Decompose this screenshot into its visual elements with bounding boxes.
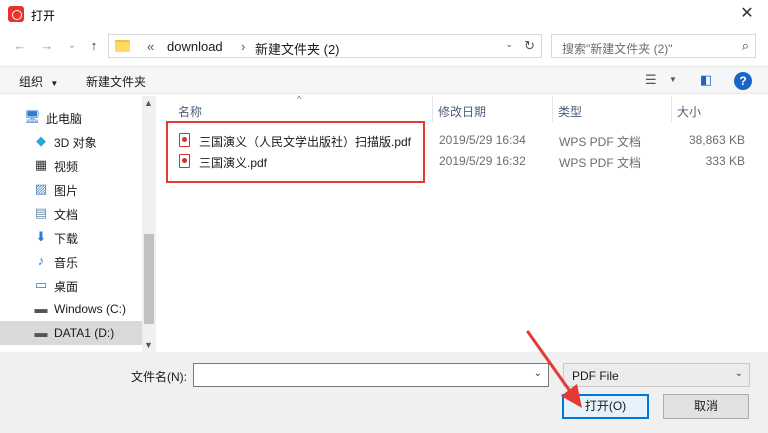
sidebar-item-videos[interactable]: ▦ 视频	[0, 153, 142, 177]
drive-d-icon: ▬	[34, 325, 48, 340]
preview-pane-icon[interactable]: ◧	[700, 72, 712, 88]
sidebar-item-label: DATA1 (D:)	[54, 326, 115, 340]
sidebar-item-label: 音乐	[54, 256, 79, 270]
sidebar-item-3d-objects[interactable]: ◆ 3D 对象	[0, 129, 142, 153]
breadcrumb-download[interactable]: download	[167, 39, 223, 54]
filetype-dropdown-icon[interactable]: ⌄	[735, 368, 743, 379]
cancel-button[interactable]: 取消	[663, 394, 749, 419]
open-button[interactable]: 打开(O)	[562, 394, 649, 419]
sidebar-item-label: 文档	[54, 208, 79, 222]
navigation-bar: ← → ⌄ ↑ « download › 新建文件夹 (2) ⌄ ↻ 搜索"新建…	[0, 33, 768, 59]
file-date: 2019/5/29 16:34	[439, 133, 526, 147]
title-bar: 打开 ✕	[0, 0, 768, 30]
up-button[interactable]: ↑	[84, 36, 104, 56]
navigation-pane: 🖥 此电脑 ◆ 3D 对象 ▦ 视频 ▨ 图片 ▤ 文档 ⬇ 下载 ♪ 音乐 ▭…	[0, 96, 156, 352]
file-date: 2019/5/29 16:32	[439, 154, 526, 168]
filetype-value: PDF File	[572, 369, 619, 383]
sidebar-item-pictures[interactable]: ▨ 图片	[0, 177, 142, 201]
sidebar-item-label: 桌面	[54, 280, 79, 294]
sidebar-item-label: 视频	[54, 160, 79, 174]
column-divider[interactable]	[552, 96, 553, 122]
sidebar-item-desktop[interactable]: ▭ 桌面	[0, 273, 142, 297]
command-toolbar: 组织 ▼ 新建文件夹 ☰ ▼ ◧ ?	[0, 66, 768, 94]
filename-input[interactable]: ⌄	[193, 363, 549, 387]
highlight-box	[166, 121, 425, 183]
back-button[interactable]: ←	[10, 36, 30, 56]
close-button[interactable]: ✕	[732, 2, 762, 26]
recent-locations-button[interactable]: ⌄	[62, 36, 82, 56]
window-title: 打开	[31, 9, 56, 23]
organize-label: 组织	[19, 75, 44, 89]
computer-icon: 🖥	[24, 109, 41, 124]
sidebar-item-label: 3D 对象	[54, 136, 97, 150]
view-options-icon[interactable]: ☰	[645, 72, 657, 88]
scroll-down-icon[interactable]: ▼	[144, 340, 153, 350]
scrollbar-thumb[interactable]	[144, 234, 154, 324]
column-header-name[interactable]: 名称	[178, 96, 202, 122]
search-placeholder: 搜索"新建文件夹 (2)"	[562, 42, 673, 56]
forward-button[interactable]: →	[37, 36, 57, 56]
refresh-icon[interactable]: ↻	[524, 38, 535, 54]
drive-c-icon: ▬	[34, 301, 48, 316]
new-folder-button[interactable]: 新建文件夹	[86, 73, 146, 90]
organize-button[interactable]: 组织 ▼	[19, 73, 58, 90]
dialog-footer: 文件名(N): ⌄ PDF File ⌄ 打开(O) 取消	[0, 352, 768, 433]
file-list-scrollbar[interactable]	[755, 96, 768, 352]
file-size: 333 KB	[705, 154, 745, 168]
sidebar-item-drive-d[interactable]: ▬ DATA1 (D:)	[0, 321, 142, 345]
sidebar-item-this-pc[interactable]: 🖥 此电脑	[0, 105, 142, 129]
column-divider[interactable]	[671, 96, 672, 122]
sort-ascending-icon: ^	[297, 94, 302, 104]
filename-dropdown-icon[interactable]: ⌄	[534, 368, 542, 379]
file-type: WPS PDF 文档	[559, 135, 642, 149]
sidebar-item-downloads[interactable]: ⬇ 下载	[0, 225, 142, 249]
sidebar-item-label: Windows (C:)	[54, 302, 127, 316]
sidebar-item-drive-c[interactable]: ▬ Windows (C:)	[0, 297, 142, 321]
view-caret-icon[interactable]: ▼	[669, 75, 677, 84]
file-type: WPS PDF 文档	[559, 156, 642, 170]
search-icon[interactable]: ⌕	[742, 38, 749, 54]
desktop-icon: ▭	[34, 277, 48, 292]
address-dropdown-icon[interactable]: ⌄	[505, 39, 513, 50]
search-box[interactable]: 搜索"新建文件夹 (2)" ⌕	[551, 34, 756, 58]
column-divider[interactable]	[432, 96, 433, 122]
pictures-icon: ▨	[34, 181, 48, 196]
documents-icon: ▤	[34, 205, 48, 220]
sidebar-scrollbar[interactable]: ▲ ▼	[142, 96, 156, 352]
help-icon[interactable]: ?	[734, 72, 752, 90]
column-header-type[interactable]: 类型	[558, 96, 582, 122]
breadcrumb-overflow[interactable]: «	[147, 39, 154, 54]
breadcrumb-separator[interactable]: ›	[241, 39, 245, 54]
scroll-up-icon[interactable]: ▲	[144, 98, 153, 108]
downloads-icon: ⬇	[35, 229, 47, 244]
column-header-size[interactable]: 大小	[677, 96, 701, 122]
sidebar-item-label: 图片	[54, 184, 79, 198]
3d-objects-icon: ◆	[36, 133, 46, 148]
filetype-select[interactable]: PDF File ⌄	[563, 363, 750, 387]
filename-label: 文件名(N):	[131, 370, 187, 384]
sidebar-item-documents[interactable]: ▤ 文档	[0, 201, 142, 225]
sidebar-item-label: 下载	[54, 232, 79, 246]
music-icon: ♪	[37, 253, 45, 268]
folder-icon	[115, 40, 130, 52]
breadcrumb-current-folder[interactable]: 新建文件夹 (2)	[255, 39, 340, 58]
video-icon: ▦	[34, 157, 48, 172]
app-icon	[8, 6, 24, 22]
sidebar-item-music[interactable]: ♪ 音乐	[0, 249, 142, 273]
sidebar-item-label: 此电脑	[46, 112, 83, 126]
file-size: 38,863 KB	[688, 133, 745, 147]
column-header-date[interactable]: 修改日期	[438, 96, 486, 122]
address-bar[interactable]: « download › 新建文件夹 (2) ⌄ ↻	[108, 34, 542, 58]
organize-caret-icon: ▼	[50, 79, 59, 88]
